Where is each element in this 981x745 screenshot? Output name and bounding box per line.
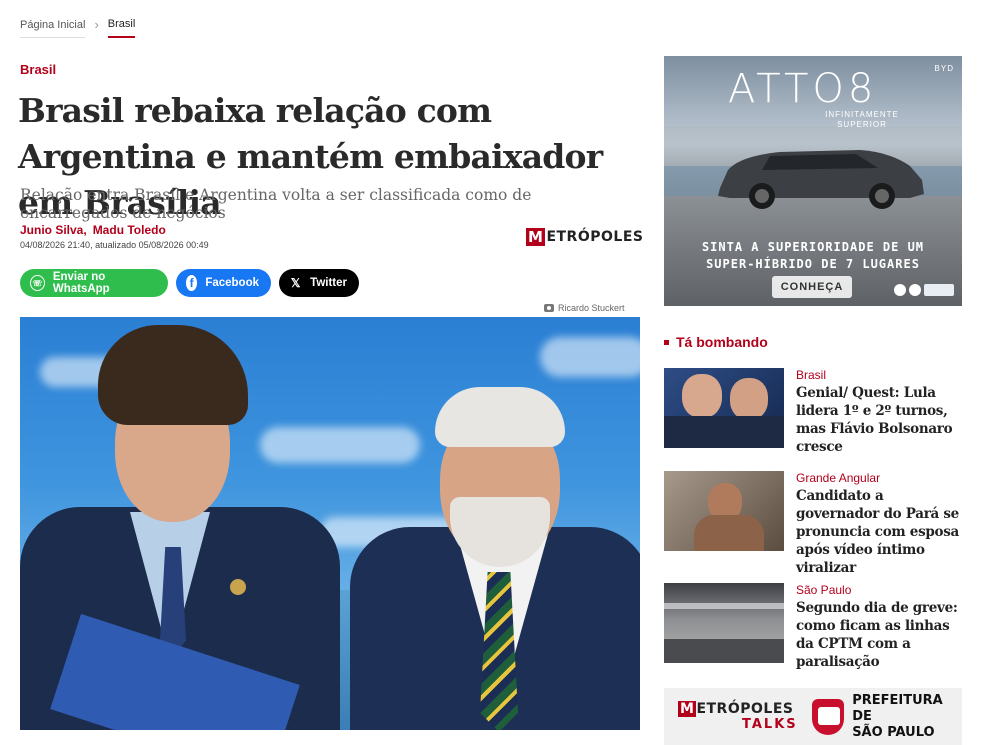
author-link[interactable]: Madu Toledo [93, 223, 166, 237]
whatsapp-share-label: Enviar no WhatsApp [52, 271, 110, 295]
logo-text: ETRÓPOLES [546, 229, 644, 245]
trending-category: Brasil [796, 368, 827, 382]
breadcrumb-home-link[interactable]: Página Inicial [20, 19, 86, 38]
camera-icon [544, 304, 554, 312]
ad-cta-button[interactable]: CONHEÇA [772, 276, 852, 298]
trending-thumbnail [664, 368, 784, 448]
logo-text: ETRÓPOLES [696, 700, 794, 717]
facebook-icon: f [186, 275, 198, 291]
prefeitura-label: PREFEITURA DE SÃO PAULO [852, 693, 962, 741]
badge-icon [924, 284, 954, 296]
photo-credit-text: Ricardo Stuckert [558, 303, 625, 313]
prefeitura-line-1: PREFEITURA DE [852, 692, 943, 724]
thumb-face [730, 378, 768, 420]
cloud-shape [540, 337, 640, 377]
thumb-body [694, 515, 764, 551]
trending-category: São Paulo [796, 583, 852, 597]
right-person-hair [435, 387, 565, 447]
trending-title: Candidato a governador do Pará se pronun… [796, 488, 959, 576]
whatsapp-icon: ☏ [30, 275, 45, 291]
photo-credit: Ricardo Stuckert [544, 303, 625, 313]
twitter-share-label: Twitter [310, 277, 347, 289]
badge-icon [894, 284, 906, 296]
breadcrumb: Página Inicial › Brasil [20, 14, 136, 38]
prefeitura-line-2: SÃO PAULO [852, 724, 935, 740]
metropoles-logo: M ETRÓPOLES [526, 228, 643, 246]
lapel-pin [230, 579, 246, 595]
breadcrumb-current-link[interactable]: Brasil [107, 18, 136, 38]
thumb-crowd [664, 639, 784, 663]
author-link[interactable]: Junio Silva, [20, 223, 87, 237]
prefeitura-seal-icon [811, 698, 845, 735]
trending-thumbnail [664, 583, 784, 663]
ad-line-2: SUPER-HÍBRIDO DE 7 LUGARES [706, 257, 920, 271]
cloud-shape [260, 427, 420, 463]
trending-card[interactable]: Grande Angular Candidato a governador do… [664, 471, 962, 576]
trending-title: Segundo dia de greve: como ficam as linh… [796, 600, 958, 670]
section-label[interactable]: Brasil [20, 62, 56, 77]
facebook-share-button[interactable]: f Facebook [176, 269, 271, 297]
facebook-share-label: Facebook [205, 277, 259, 289]
bullet-square-icon [664, 339, 669, 345]
ad-badges [894, 284, 954, 296]
ad-line-1: SINTA A SUPERIORIDADE DE UM [701, 240, 925, 254]
whatsapp-share-button[interactable]: ☏ Enviar no WhatsApp [20, 269, 168, 297]
ad-brand-logo: BYD [934, 64, 954, 73]
chevron-right-icon: › [94, 16, 99, 32]
advertisement-banner[interactable]: ATTO8 INFINITAMENTE SUPERIOR BYD SINTA A… [664, 56, 962, 306]
trending-thumbnail [664, 471, 784, 551]
logo-m: M [526, 228, 546, 246]
metropoles-talks-banner[interactable]: M ETRÓPOLES TALKS PREFEITURA DE SÃO PAULO [664, 688, 962, 745]
thumb-light [664, 603, 784, 609]
ad-title: ATTO8 [728, 66, 878, 112]
article-dates: 04/08/2026 21:40, atualizado 05/08/2026 … [20, 240, 209, 250]
trending-heading-text: Tá bombando [676, 334, 768, 350]
ad-subtitle: INFINITAMENTE SUPERIOR [825, 110, 899, 129]
talks-label: TALKS [742, 716, 798, 732]
trending-category: Grande Angular [796, 471, 881, 485]
trending-title: Genial/ Quest: Lula lidera 1º e 2º turno… [796, 385, 953, 455]
article-authors: Junio Silva, Madu Toledo [20, 223, 166, 237]
x-icon: 𝕏 [290, 276, 301, 290]
trending-card[interactable]: Brasil Genial/ Quest: Lula lidera 1º e 2… [664, 368, 962, 455]
left-person-hair [98, 325, 248, 425]
trending-card[interactable]: São Paulo Segundo dia de greve: como fic… [664, 583, 962, 670]
twitter-share-button[interactable]: 𝕏 Twitter [279, 269, 359, 297]
metropoles-talks-logo: M ETRÓPOLES TALKS [678, 700, 798, 732]
car-image [718, 150, 924, 209]
article-subtitle: Relação entra Brasil e Argentina volta a… [20, 186, 532, 222]
article-hero-image [20, 317, 640, 730]
logo-m: M [678, 700, 697, 717]
thumb-face [682, 374, 722, 418]
thumb-suits [664, 416, 784, 448]
trending-heading: Tá bombando [664, 334, 768, 350]
badge-icon [909, 284, 921, 296]
